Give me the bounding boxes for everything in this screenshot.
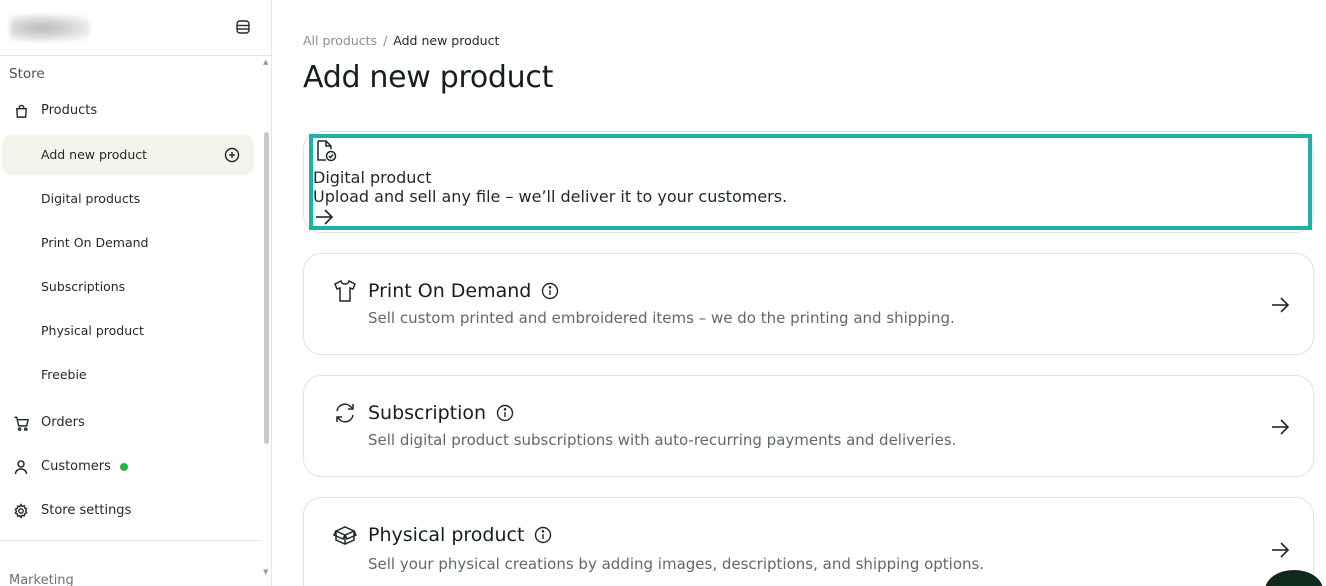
tshirt-icon [332, 278, 358, 304]
print-on-demand-card[interactable]: Print On Demand Sell custom printed and … [303, 253, 1314, 355]
digital-product-card[interactable]: Digital product Upload and sell any file… [309, 134, 1312, 230]
box-icon [332, 522, 358, 548]
arrow-right-icon[interactable] [1269, 294, 1291, 316]
marketing-section-label: Marketing [9, 573, 74, 586]
store-switch-icon[interactable] [233, 17, 253, 37]
scroll-up-icon[interactable]: ▲ [263, 58, 268, 66]
shopping-bag-icon [12, 102, 30, 120]
sidebar-item-freebie[interactable]: Freebie [0, 355, 254, 395]
breadcrumb: All products / Add new product [303, 33, 499, 48]
sidebar-item-physical-product[interactable]: Physical product [0, 311, 254, 351]
sidebar-item-print-on-demand[interactable]: Print On Demand [0, 223, 254, 263]
sidebar-item-customers[interactable]: Customers [0, 447, 254, 487]
cart-icon [12, 414, 30, 432]
card-title-text: Digital product [313, 168, 432, 187]
sidebar-item-label: Add new product [41, 147, 148, 162]
breadcrumb-current: Add new product [393, 33, 500, 48]
digital-file-icon [313, 140, 339, 168]
arrow-right-icon[interactable] [1269, 416, 1291, 438]
scroll-down-icon[interactable]: ▼ [263, 568, 268, 576]
arrow-right-icon[interactable] [313, 209, 335, 232]
sidebar: Store Products Add new product Digital p… [0, 0, 272, 586]
card-title: Digital product [313, 168, 1308, 187]
card-title: Subscription [368, 402, 514, 424]
card-title: Physical product [368, 524, 552, 546]
sidebar-item-subscriptions[interactable]: Subscriptions [0, 267, 254, 307]
store-logo[interactable] [10, 15, 90, 41]
user-icon [12, 458, 30, 476]
store-section-label: Store [9, 66, 45, 82]
sidebar-item-label: Products [41, 103, 98, 118]
card-description: Sell your physical creations by adding i… [368, 555, 985, 573]
card-title-text: Subscription [368, 402, 487, 424]
info-icon[interactable] [541, 282, 559, 300]
status-dot [120, 463, 128, 471]
card-description: Upload and sell any file – we’ll deliver… [313, 187, 788, 206]
card-title-text: Print On Demand [368, 280, 532, 302]
sidebar-scroll-thumb[interactable] [264, 132, 269, 444]
breadcrumb-all-products-link[interactable]: All products [303, 33, 377, 48]
arrow-right-icon[interactable] [1269, 539, 1291, 561]
sidebar-item-orders[interactable]: Orders [0, 403, 254, 443]
sidebar-item-label: Digital products [41, 191, 141, 206]
card-description: Sell custom printed and embroidered item… [368, 309, 955, 327]
sidebar-item-digital-products[interactable]: Digital products [0, 179, 254, 219]
sidebar-item-label: Freebie [41, 367, 87, 382]
page-title: Add new product [303, 60, 554, 95]
sidebar-item-add-new-product[interactable]: Add new product [2, 135, 254, 175]
refresh-icon [332, 400, 358, 426]
sidebar-item-label: Customers [41, 459, 111, 474]
sidebar-item-label: Physical product [41, 323, 144, 338]
breadcrumb-separator: / [383, 33, 388, 48]
sidebar-item-store-settings[interactable]: Store settings [0, 491, 254, 531]
card-description: Sell digital product subscriptions with … [368, 431, 957, 449]
gear-icon [12, 502, 30, 520]
subscription-card[interactable]: Subscription Sell digital product subscr… [303, 375, 1314, 477]
sidebar-item-label: Print On Demand [41, 235, 149, 250]
sidebar-divider [0, 540, 262, 541]
sidebar-item-products[interactable]: Products [0, 91, 254, 131]
info-icon[interactable] [496, 404, 514, 422]
sidebar-header [0, 0, 271, 56]
sidebar-item-label: Orders [41, 415, 85, 430]
info-icon[interactable] [534, 526, 552, 544]
physical-product-card[interactable]: Physical product Sell your physical crea… [303, 497, 1314, 586]
sidebar-item-label: Store settings [41, 503, 132, 518]
card-title-text: Physical product [368, 524, 525, 546]
sidebar-item-label: Subscriptions [41, 279, 126, 294]
card-title: Print On Demand [368, 280, 559, 302]
add-circle-icon[interactable] [224, 147, 240, 163]
